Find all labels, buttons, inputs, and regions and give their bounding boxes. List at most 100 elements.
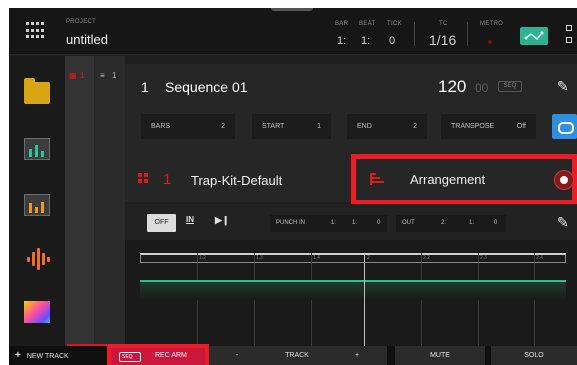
new-track-label: NEW TRACK bbox=[26, 353, 69, 360]
transport-row: OFF IN ▶❙ PUNCH IN 1: 1: 0 OUT 2: 1: 0 ✎ bbox=[125, 204, 577, 240]
divider bbox=[414, 22, 415, 46]
rec-arm-button[interactable]: SEQ REC ARM bbox=[107, 344, 209, 365]
window-icon-top[interactable] bbox=[566, 25, 572, 31]
bars-label: BARS bbox=[151, 123, 171, 130]
project-name[interactable]: untitled bbox=[66, 32, 108, 47]
punch-in-tick: 0 bbox=[377, 220, 381, 226]
automation-lane-line bbox=[140, 280, 566, 282]
tick-label: TICK bbox=[387, 21, 402, 27]
loop-button[interactable] bbox=[552, 114, 577, 139]
arrangement-icon bbox=[370, 173, 384, 185]
top-handle[interactable] bbox=[271, 8, 313, 11]
start-label: START bbox=[262, 123, 285, 130]
punch-in-field[interactable]: PUNCH IN 1: 1: 0 bbox=[270, 215, 387, 232]
beat-value[interactable]: 1: bbox=[361, 35, 370, 47]
bpm-decimal[interactable]: 00 bbox=[475, 81, 488, 95]
track-minus-button[interactable]: - bbox=[207, 346, 267, 365]
drum-track-icon bbox=[138, 173, 148, 183]
ruler-label: 1.3 bbox=[256, 255, 263, 261]
punch-out-label: OUT bbox=[402, 220, 415, 226]
window-icon-bottom[interactable] bbox=[566, 37, 572, 43]
metro-label: METRO bbox=[480, 21, 504, 27]
transpose-label: TRANSPOSE bbox=[451, 123, 495, 130]
transpose-value: Off bbox=[516, 123, 526, 130]
ruler-label: 1.2 bbox=[199, 255, 206, 261]
track-label: TRACK bbox=[267, 346, 327, 365]
sequence-number[interactable]: 1 bbox=[141, 79, 149, 95]
metronome-indicator[interactable] bbox=[488, 40, 492, 44]
transpose-param[interactable]: TRANSPOSE Off bbox=[441, 114, 536, 139]
edit-pencil-icon[interactable]: ✎ bbox=[557, 78, 569, 95]
ruler-label: 2.4 bbox=[536, 255, 543, 261]
divider bbox=[467, 22, 468, 46]
edit-punch-pencil-icon[interactable]: ✎ bbox=[557, 214, 569, 231]
new-track-button[interactable]: + NEW TRACK bbox=[15, 350, 69, 361]
track-column-b[interactable]: ≡ 1 bbox=[95, 56, 125, 346]
start-value: 1 bbox=[317, 123, 321, 130]
punch-out-bar: 2: bbox=[441, 220, 447, 226]
left-rail bbox=[9, 56, 65, 346]
mixer-icon[interactable] bbox=[24, 138, 50, 160]
browser-folder-icon[interactable] bbox=[24, 78, 50, 104]
track-column-a[interactable]: ▦ 1 bbox=[65, 56, 94, 346]
end-param[interactable]: END 2 bbox=[347, 114, 427, 139]
track-number[interactable]: 1 bbox=[163, 171, 171, 188]
punch-in-bar: 1: bbox=[331, 220, 337, 226]
track-name[interactable]: Trap-Kit-Default bbox=[191, 173, 282, 188]
sample-edit-icon[interactable] bbox=[24, 248, 50, 270]
in-button[interactable]: IN bbox=[186, 215, 194, 224]
rec-arm-label: REC ARM bbox=[155, 352, 187, 359]
bottom-bar: + NEW TRACK - TRACK + MUTE SOLO bbox=[9, 346, 577, 365]
project-label: PROJECT bbox=[66, 19, 97, 25]
plugin-cube-icon[interactable] bbox=[24, 301, 50, 323]
punch-out-beat: 1: bbox=[469, 220, 475, 226]
bars-param[interactable]: BARS 2 bbox=[141, 114, 235, 139]
off-button[interactable]: OFF bbox=[147, 214, 176, 232]
arrangement-mode-selector[interactable]: Arrangement bbox=[351, 154, 577, 205]
tc-label: TC bbox=[439, 21, 448, 27]
ruler-label: 2.2 bbox=[423, 255, 430, 261]
top-bar: PROJECT untitled BAR 1: BEAT 1: TICK 0 T… bbox=[9, 8, 577, 55]
end-label: END bbox=[357, 123, 372, 130]
ruler-label: 2.3 bbox=[480, 255, 487, 261]
tick-value[interactable]: 0 bbox=[389, 35, 395, 47]
solo-button[interactable]: SOLO bbox=[491, 346, 577, 365]
track-b-number: 1 bbox=[112, 71, 117, 80]
mute-button[interactable]: MUTE bbox=[395, 346, 485, 365]
bars-value: 2 bbox=[221, 123, 225, 130]
punch-in-beat: 1: bbox=[352, 220, 358, 226]
punch-out-field[interactable]: OUT 2: 1: 0 bbox=[396, 215, 506, 232]
playhead[interactable] bbox=[364, 253, 365, 346]
seq-rec-badge: SEQ bbox=[119, 352, 141, 362]
ruler-label: 1.4 bbox=[313, 255, 320, 261]
end-value: 2 bbox=[413, 123, 417, 130]
automation-button[interactable] bbox=[520, 27, 548, 45]
bar-label: BAR bbox=[335, 21, 349, 27]
track-plus-button[interactable]: + bbox=[327, 346, 387, 365]
sequence-name[interactable]: Sequence 01 bbox=[165, 79, 248, 95]
tc-value[interactable]: 1/16 bbox=[429, 32, 456, 48]
arrangement-label: Arrangement bbox=[410, 172, 486, 187]
automation-icon bbox=[524, 31, 544, 40]
bpm-value[interactable]: 120 bbox=[438, 77, 466, 97]
plus-icon: + bbox=[15, 350, 21, 361]
track-b-icon: ≡ bbox=[100, 71, 105, 80]
record-button[interactable] bbox=[554, 170, 574, 190]
seq-tempo-badge[interactable]: SEQ bbox=[498, 81, 522, 92]
menu-grid-icon[interactable] bbox=[26, 22, 44, 40]
automation-lane-fill bbox=[140, 282, 566, 300]
track-column: ▦ 1 ≡ 1 bbox=[65, 56, 125, 346]
track-a-number: 1 bbox=[80, 71, 85, 80]
start-param[interactable]: START 1 bbox=[252, 114, 331, 139]
punch-out-tick: 0 bbox=[494, 220, 498, 226]
punch-in-label: PUNCH IN bbox=[276, 220, 306, 226]
play-pause-button[interactable]: ▶❙ bbox=[215, 215, 229, 226]
bar-value[interactable]: 1: bbox=[337, 35, 346, 47]
channel-mixer-icon[interactable] bbox=[24, 194, 50, 216]
track-a-icon: ▦ bbox=[69, 71, 77, 80]
beat-label: BEAT bbox=[359, 21, 376, 27]
timeline-grid[interactable]: 1.2 1.3 1.4 2 2.2 2.3 2.4 bbox=[125, 240, 577, 346]
mpc-screen: PROJECT untitled BAR 1: BEAT 1: TICK 0 T… bbox=[9, 8, 577, 365]
ruler-label: 2 bbox=[367, 255, 370, 261]
sequence-panel: 1 Sequence 01 120 00 SEQ ✎ BARS 2 START … bbox=[125, 64, 577, 158]
